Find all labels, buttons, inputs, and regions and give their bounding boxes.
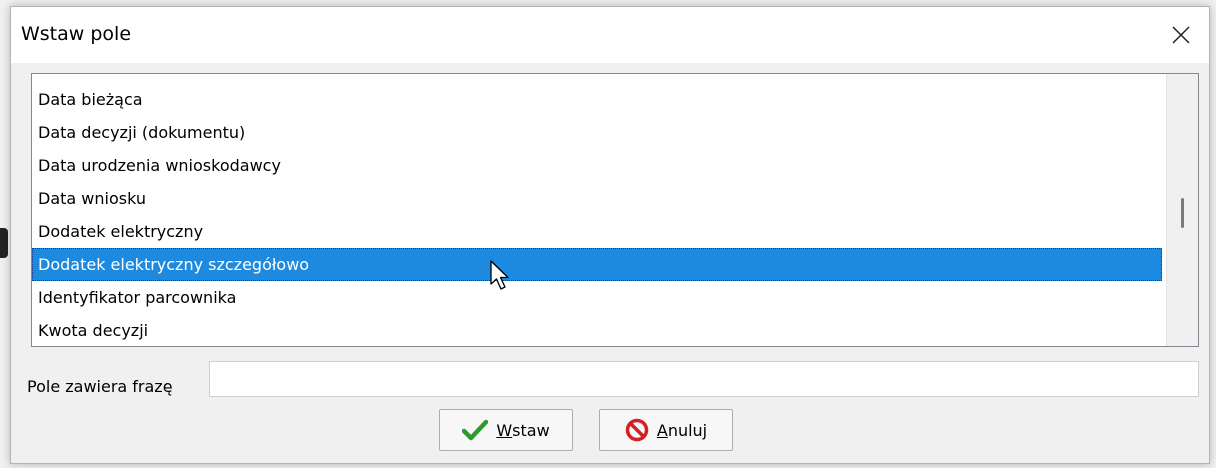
vertical-scrollbar[interactable] (1166, 74, 1198, 346)
list-item[interactable]: Data bieżąca (32, 83, 1162, 116)
dialog-title: Wstaw pole (21, 23, 132, 45)
insert-label-rest: staw (512, 420, 550, 440)
insert-accel-key: W (496, 420, 513, 440)
filter-label: Pole zawiera frazę (27, 377, 173, 396)
list-item[interactable]: Kwota decyzji (32, 314, 1162, 346)
insert-button-label: Wstaw (496, 421, 549, 440)
field-list[interactable]: Data bieżąca Data decyzji (dokumentu) Data… (31, 73, 1199, 347)
list-item[interactable]: Identyfikator parcownika (32, 281, 1162, 314)
no-entry-icon (625, 418, 649, 442)
close-icon (1172, 26, 1190, 44)
scrollbar-thumb[interactable] (1181, 198, 1184, 228)
list-item-selected[interactable]: Dodatek elektryczny szczegółowo (32, 248, 1162, 281)
cancel-button-label: Anuluj (657, 421, 707, 440)
cancel-button[interactable]: Anuluj (599, 409, 733, 451)
list-item[interactable]: Data wniosku (32, 182, 1162, 215)
cancel-label-rest: nuluj (667, 420, 708, 440)
close-button[interactable] (1153, 7, 1209, 63)
field-list-items: Data bieżąca Data decyzji (dokumentu) Data… (32, 83, 1162, 346)
list-item[interactable]: Data decyzji (dokumentu) (32, 116, 1162, 149)
cancel-accel-key: A (656, 420, 668, 440)
background-window-fragment (0, 228, 8, 258)
list-item[interactable]: Data urodzenia wnioskodawcy (32, 149, 1162, 182)
mouse-cursor-icon (490, 260, 509, 290)
title-bar: Wstaw pole (11, 7, 1209, 63)
insert-button[interactable]: Wstaw (439, 409, 573, 451)
insert-field-dialog: Wstaw pole Data bieżąca Data decyzji (dok… (10, 6, 1210, 464)
filter-input[interactable] (209, 361, 1199, 397)
checkmark-icon (462, 419, 489, 441)
list-item[interactable]: Dodatek elektryczny (32, 215, 1162, 248)
